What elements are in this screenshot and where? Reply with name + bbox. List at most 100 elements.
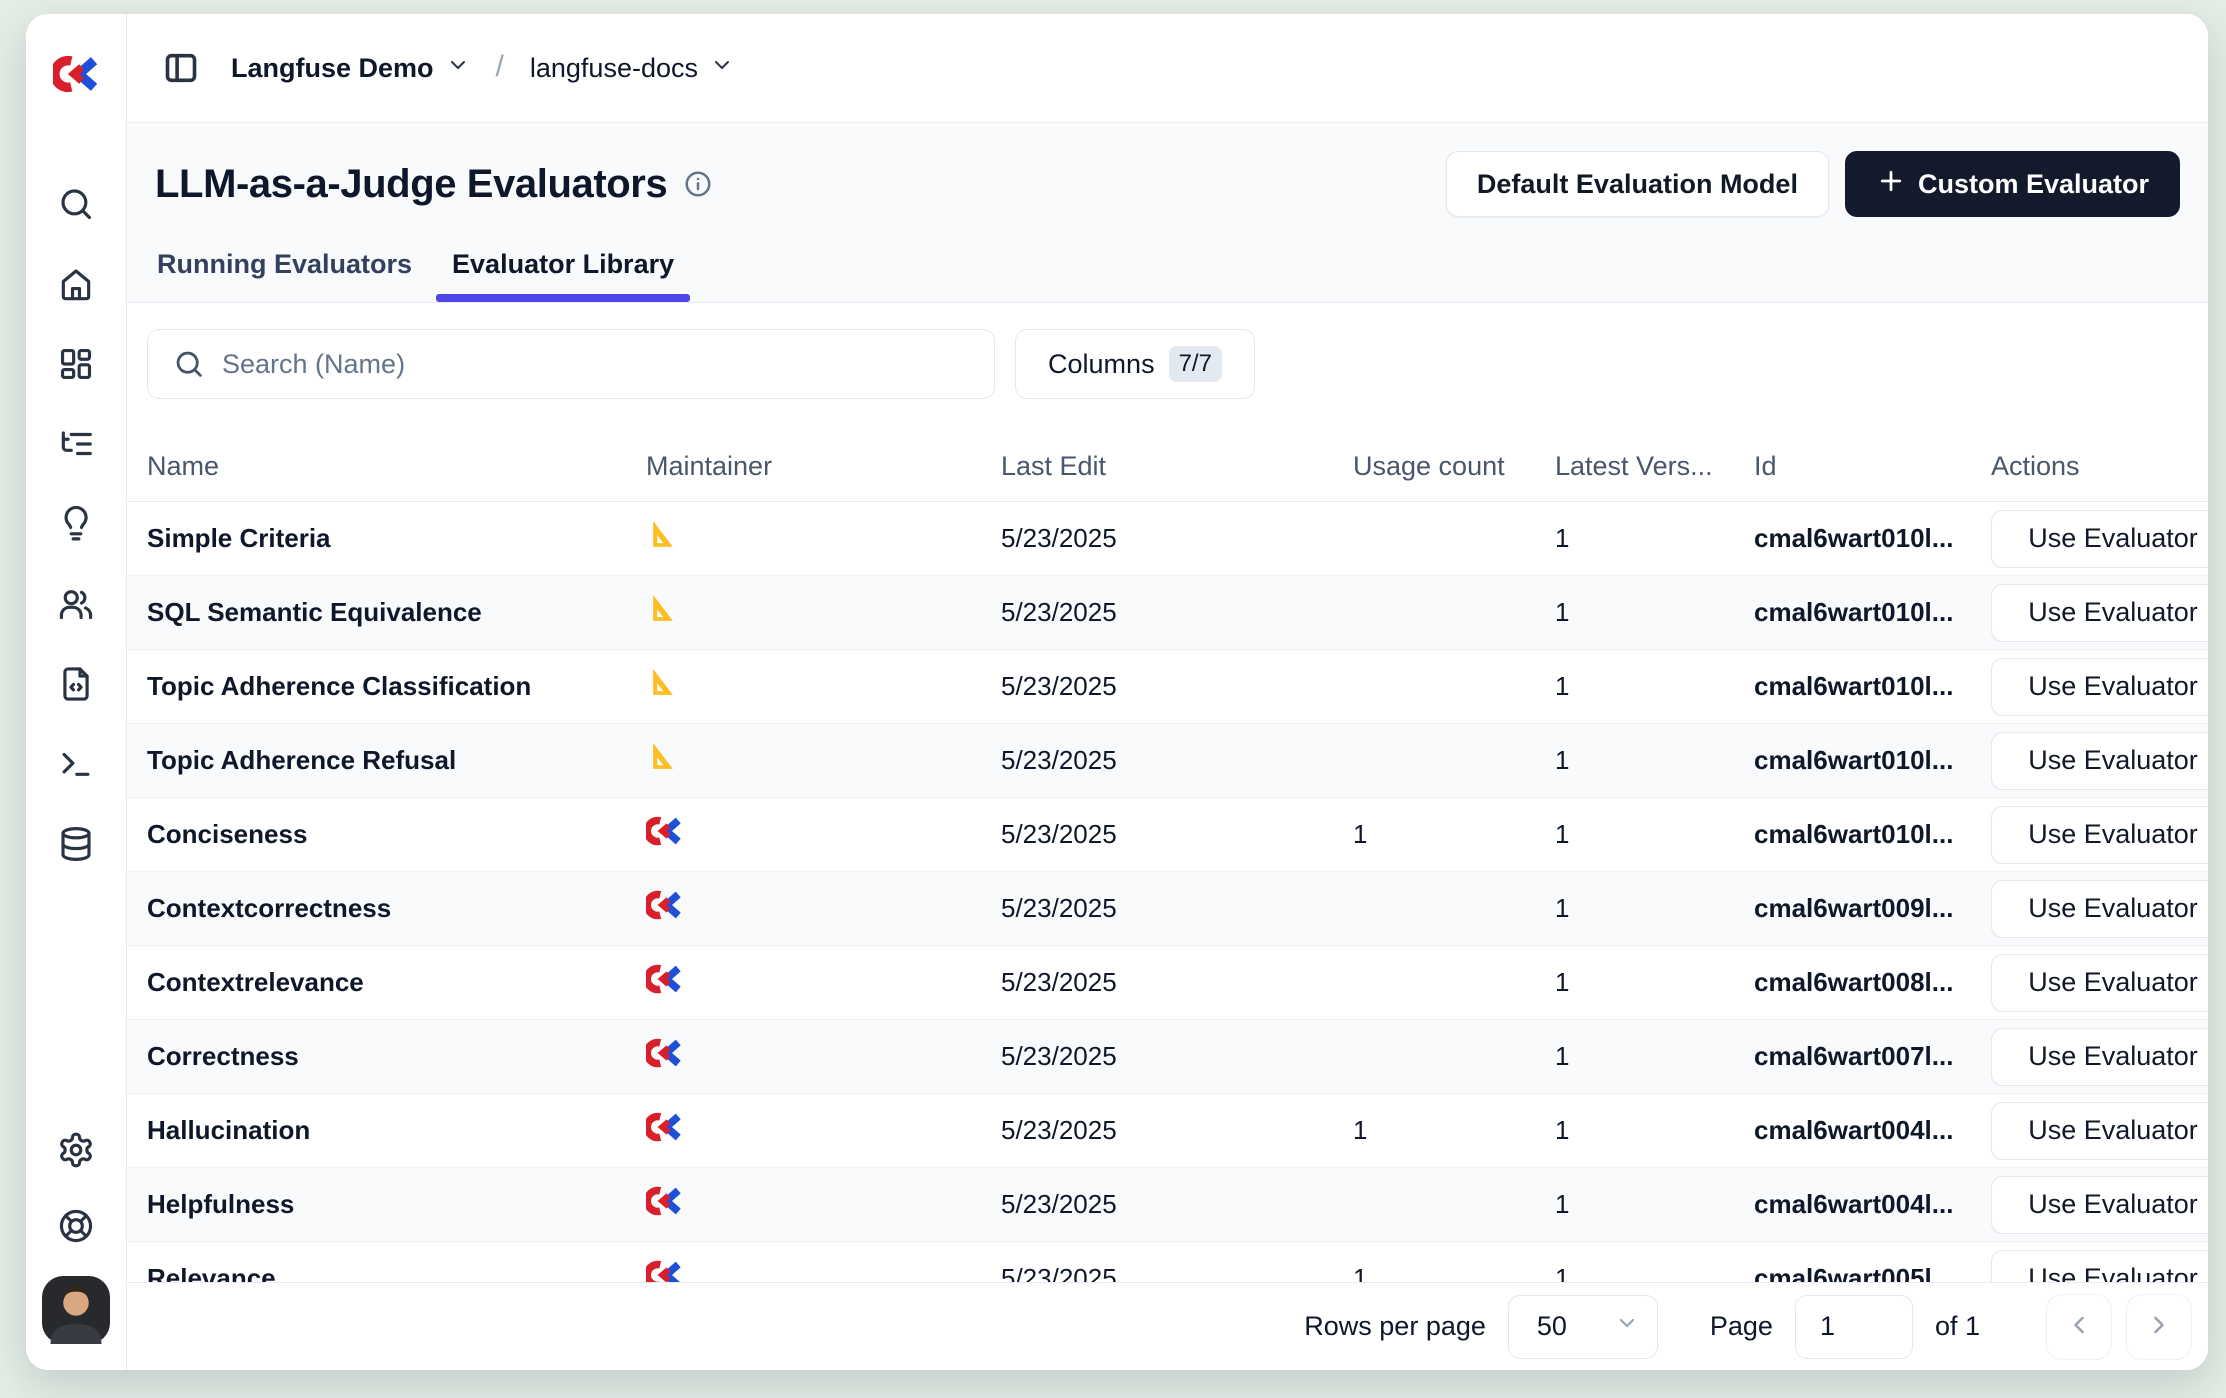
sidebar-item-search[interactable] [50, 178, 102, 230]
use-evaluator-button[interactable]: Use Evaluator [1991, 954, 2208, 1012]
use-evaluator-button[interactable]: Use Evaluator [1991, 732, 2208, 790]
actions-cell: Use Evaluator [1991, 1102, 2208, 1160]
app-background: Langfuse Demo / langfuse-docs L [0, 0, 2226, 1398]
use-evaluator-button[interactable]: Use Evaluator [1991, 880, 2208, 938]
table-row[interactable]: Hallucination 5/23/2025 1 1 cmal6wart004… [127, 1094, 2208, 1168]
langfuse-icon [646, 890, 682, 920]
use-evaluator-button[interactable]: Use Evaluator [1991, 1250, 2208, 1283]
id-cell: cmal6wart010l... [1754, 597, 1991, 628]
table-row[interactable]: Relevance 5/23/2025 1 1 cmal6wart005l...… [127, 1242, 2208, 1282]
langfuse-icon [646, 964, 682, 994]
sidebar-item-prompts[interactable] [50, 498, 102, 550]
use-evaluator-button[interactable]: Use Evaluator [1991, 806, 2208, 864]
table-row[interactable]: Topic Adherence Refusal 5/23/2025 1 cmal… [127, 724, 2208, 798]
tab-running-evaluators[interactable]: Running Evaluators [141, 249, 428, 302]
sidebar-item-database[interactable] [50, 818, 102, 870]
use-evaluator-button[interactable]: Use Evaluator [1991, 658, 2208, 716]
table-row[interactable]: Topic Adherence Classification 5/23/2025… [127, 650, 2208, 724]
id-cell: cmal6wart010l... [1754, 671, 1991, 702]
page-number-input[interactable] [1795, 1295, 1913, 1359]
tab-list: Running Evaluators Evaluator Library [141, 249, 690, 302]
project-name: langfuse-docs [530, 53, 698, 84]
dashboard-icon [57, 345, 95, 383]
sidebar-item-dashboards[interactable] [50, 338, 102, 390]
custom-evaluator-button[interactable]: Custom Evaluator [1845, 151, 2180, 217]
id-cell: cmal6wart010l... [1754, 523, 1991, 554]
usage-count-cell: 1 [1353, 819, 1555, 850]
id-cell: cmal6wart005l... [1754, 1263, 1991, 1282]
maintainer-cell [646, 964, 1001, 1001]
latest-version-cell: 1 [1555, 597, 1754, 628]
latest-version-cell: 1 [1555, 745, 1754, 776]
table-row[interactable]: Contextrelevance 5/23/2025 1 cmal6wart00… [127, 946, 2208, 1020]
info-icon[interactable] [683, 169, 713, 199]
maintainer-cell [646, 1112, 1001, 1149]
default-evaluation-model-button[interactable]: Default Evaluation Model [1446, 151, 1829, 217]
ragas-icon [646, 666, 680, 700]
organization-switcher[interactable]: Langfuse Demo [227, 47, 474, 90]
page-title: LLM-as-a-Judge Evaluators [155, 162, 667, 207]
last-edit-cell: 5/23/2025 [1001, 1115, 1353, 1146]
sidebar-toggle-button[interactable] [155, 42, 207, 94]
settings-icon [57, 1131, 95, 1169]
table-row[interactable]: Simple Criteria 5/23/2025 1 cmal6wart010… [127, 502, 2208, 576]
sidebar-item-datasets[interactable] [50, 658, 102, 710]
column-header-latest-version: Latest Vers... [1555, 451, 1754, 482]
use-evaluator-button[interactable]: Use Evaluator [1991, 584, 2208, 642]
langfuse-logo-button[interactable] [50, 48, 102, 100]
last-edit-cell: 5/23/2025 [1001, 671, 1353, 702]
columns-button[interactable]: Columns 7/7 [1015, 329, 1255, 399]
column-header-last-edit: Last Edit [1001, 451, 1353, 482]
table-row[interactable]: Helpfulness 5/23/2025 1 cmal6wart004l...… [127, 1168, 2208, 1242]
table-row[interactable]: Conciseness 5/23/2025 1 1 cmal6wart010l.… [127, 798, 2208, 872]
maintainer-cell [646, 816, 1001, 853]
use-evaluator-button[interactable]: Use Evaluator [1991, 1102, 2208, 1160]
evaluator-name: Topic Adherence Classification [147, 671, 646, 702]
datasets-icon [57, 665, 95, 703]
sidebar-item-users[interactable] [50, 578, 102, 630]
actions-cell: Use Evaluator [1991, 1250, 2208, 1283]
evaluator-name: Helpfulness [147, 1189, 646, 1220]
latest-version-cell: 1 [1555, 1115, 1754, 1146]
evaluator-name: Hallucination [147, 1115, 646, 1146]
langfuse-icon [646, 1038, 682, 1068]
use-evaluator-button[interactable]: Use Evaluator [1991, 1028, 2208, 1086]
maintainer-cell [646, 666, 1001, 707]
table-row[interactable]: SQL Semantic Equivalence 5/23/2025 1 cma… [127, 576, 2208, 650]
tab-evaluator-library[interactable]: Evaluator Library [436, 249, 690, 302]
users-icon [57, 585, 95, 623]
panel-left-icon [163, 50, 199, 86]
search-input[interactable] [147, 329, 995, 399]
table-row[interactable]: Correctness 5/23/2025 1 cmal6wart007l...… [127, 1020, 2208, 1094]
organization-name: Langfuse Demo [231, 53, 434, 84]
table-row[interactable]: Contextcorrectness 5/23/2025 1 cmal6wart… [127, 872, 2208, 946]
page-total-label: of 1 [1935, 1311, 1980, 1342]
langfuse-window: Langfuse Demo / langfuse-docs L [26, 14, 2208, 1370]
database-icon [57, 825, 95, 863]
id-cell: cmal6wart007l... [1754, 1041, 1991, 1072]
maintainer-cell [646, 890, 1001, 927]
home-icon [57, 265, 95, 303]
page-label: Page [1710, 1311, 1773, 1342]
maintainer-cell [646, 592, 1001, 633]
next-page-button[interactable] [2126, 1294, 2192, 1360]
project-switcher[interactable]: langfuse-docs [526, 47, 738, 90]
sidebar-item-support[interactable] [50, 1200, 102, 1252]
latest-version-cell: 1 [1555, 671, 1754, 702]
sidebar [26, 14, 127, 1370]
sidebar-item-settings[interactable] [50, 1124, 102, 1176]
sidebar-item-tracing[interactable] [50, 418, 102, 470]
evaluators-table: Name Maintainer Last Edit Usage count La… [127, 431, 2208, 1282]
usage-count-cell: 1 [1353, 1263, 1555, 1282]
last-edit-cell: 5/23/2025 [1001, 745, 1353, 776]
sidebar-item-playground[interactable] [50, 738, 102, 790]
use-evaluator-button[interactable]: Use Evaluator [1991, 1176, 2208, 1234]
use-evaluator-button[interactable]: Use Evaluator [1991, 510, 2208, 568]
default-evaluation-model-label: Default Evaluation Model [1477, 169, 1798, 200]
id-cell: cmal6wart008l... [1754, 967, 1991, 998]
previous-page-button[interactable] [2046, 1294, 2112, 1360]
sidebar-item-home[interactable] [50, 258, 102, 310]
breadcrumb-separator: / [494, 50, 506, 84]
user-avatar[interactable] [42, 1276, 110, 1344]
rows-per-page-select[interactable]: 50 [1508, 1295, 1658, 1359]
